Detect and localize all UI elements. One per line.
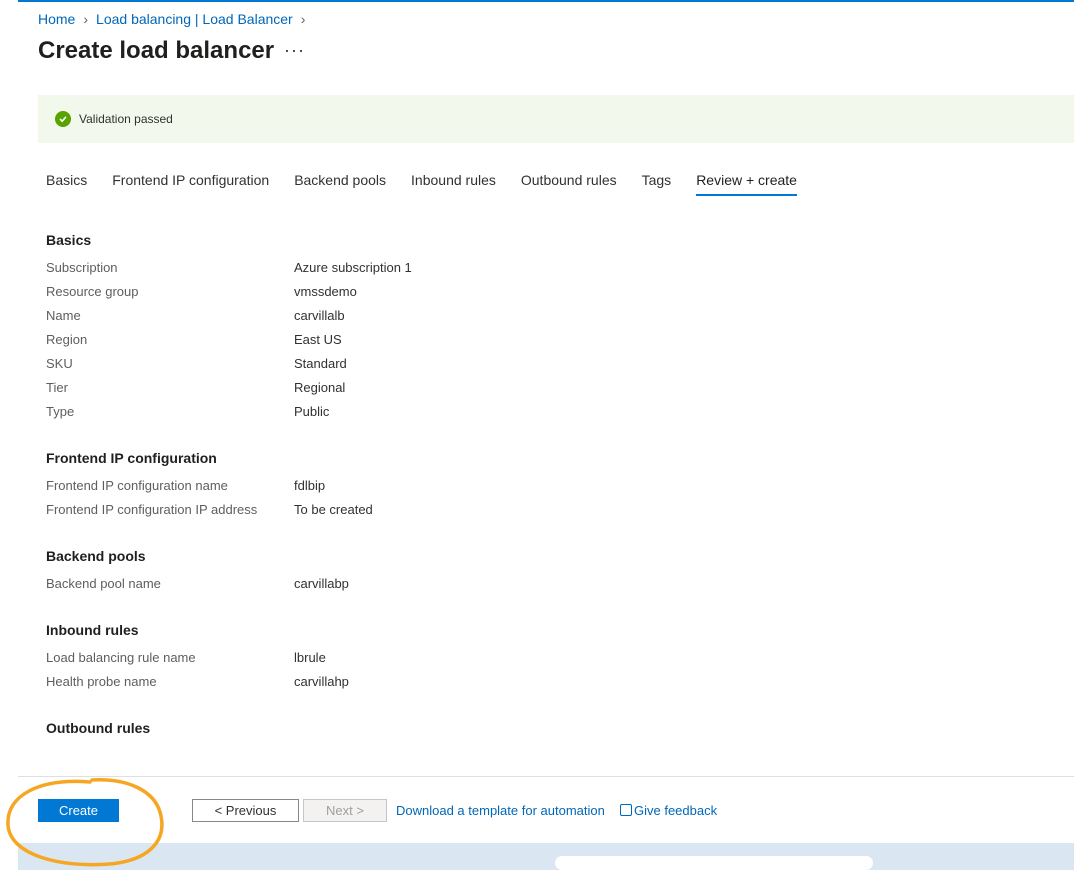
row-value: To be created <box>294 502 373 517</box>
row-label: Tier <box>46 380 68 395</box>
tab-backend-pools[interactable]: Backend pools <box>294 172 386 196</box>
section-title-basics: Basics <box>46 232 92 248</box>
summary-row: Frontend IP configuration name fdlbip <box>46 476 1046 500</box>
annotation-circle <box>6 778 164 867</box>
taskbar-search-box[interactable] <box>555 856 873 870</box>
wizard-tabs: Basics Frontend IP configuration Backend… <box>46 172 822 196</box>
row-label: Frontend IP configuration IP address <box>46 502 258 517</box>
summary-row: Tier Regional <box>46 378 1046 402</box>
tab-basics[interactable]: Basics <box>46 172 87 196</box>
row-value: fdlbip <box>294 478 326 493</box>
row-label: Subscription <box>46 260 118 275</box>
row-value: vmssdemo <box>294 284 357 299</box>
row-label: SKU <box>46 356 73 371</box>
tab-review-create[interactable]: Review + create <box>696 172 797 196</box>
breadcrumb: Home › Load balancing | Load Balancer › <box>38 11 313 27</box>
chevron-right-icon: › <box>300 11 306 27</box>
validation-banner: Validation passed <box>38 95 1074 143</box>
row-value: carvillahp <box>294 674 349 689</box>
chevron-right-icon: › <box>83 11 89 27</box>
section-title-backend: Backend pools <box>46 548 146 564</box>
row-label: Frontend IP configuration name <box>46 478 228 493</box>
more-options-icon[interactable]: ··· <box>284 40 305 61</box>
review-summary: Basics Subscription Azure subscription 1 … <box>46 230 1046 746</box>
summary-row: Backend pool name carvillabp <box>46 574 1046 598</box>
section-title-inbound: Inbound rules <box>46 622 139 638</box>
row-label: Health probe name <box>46 674 157 689</box>
tab-frontend-ip-configuration[interactable]: Frontend IP configuration <box>112 172 269 196</box>
previous-button[interactable]: < Previous <box>192 799 299 822</box>
row-value: Regional <box>294 380 346 395</box>
summary-row: SKU Standard <box>46 354 1046 378</box>
row-value: carvillabp <box>294 576 349 591</box>
row-value: Azure subscription 1 <box>294 260 412 275</box>
row-label: Resource group <box>46 284 139 299</box>
summary-row: Type Public <box>46 402 1046 426</box>
summary-row: Name carvillalb <box>46 306 1046 330</box>
top-accent-line <box>18 0 1074 2</box>
checkmark-icon <box>55 111 71 127</box>
row-label: Load balancing rule name <box>46 650 196 665</box>
tab-tags[interactable]: Tags <box>642 172 672 196</box>
row-label: Region <box>46 332 88 347</box>
summary-row: Region East US <box>46 330 1046 354</box>
breadcrumb-home[interactable]: Home <box>38 11 75 27</box>
summary-row: Health probe name carvillahp <box>46 672 1046 696</box>
tab-outbound-rules[interactable]: Outbound rules <box>521 172 617 196</box>
summary-row: Load balancing rule name lbrule <box>46 648 1046 672</box>
summary-row: Frontend IP configuration IP address To b… <box>46 500 1046 524</box>
give-feedback-label: Give feedback <box>634 803 718 818</box>
breadcrumb-load-balancing[interactable]: Load balancing | Load Balancer <box>96 11 293 27</box>
row-value: Standard <box>294 356 347 371</box>
next-button[interactable]: Next > <box>303 799 387 822</box>
summary-row: Resource group vmssdemo <box>46 282 1046 306</box>
summary-row: Subscription Azure subscription 1 <box>46 258 1046 282</box>
tab-inbound-rules[interactable]: Inbound rules <box>411 172 496 196</box>
row-value: Public <box>294 404 330 419</box>
validation-text: Validation passed <box>79 112 173 126</box>
section-title-outbound: Outbound rules <box>46 720 151 736</box>
row-label: Name <box>46 308 81 323</box>
row-value: carvillalb <box>294 308 345 323</box>
feedback-icon <box>620 804 632 816</box>
row-value: lbrule <box>294 650 326 665</box>
page-title: Create load balancer <box>38 37 275 64</box>
row-value: East US <box>294 332 342 347</box>
give-feedback-link[interactable]: Give feedback <box>620 803 717 818</box>
row-label: Backend pool name <box>46 576 161 591</box>
section-title-frontend: Frontend IP configuration <box>46 450 217 466</box>
row-label: Type <box>46 404 75 419</box>
download-template-link[interactable]: Download a template for automation <box>396 803 605 818</box>
